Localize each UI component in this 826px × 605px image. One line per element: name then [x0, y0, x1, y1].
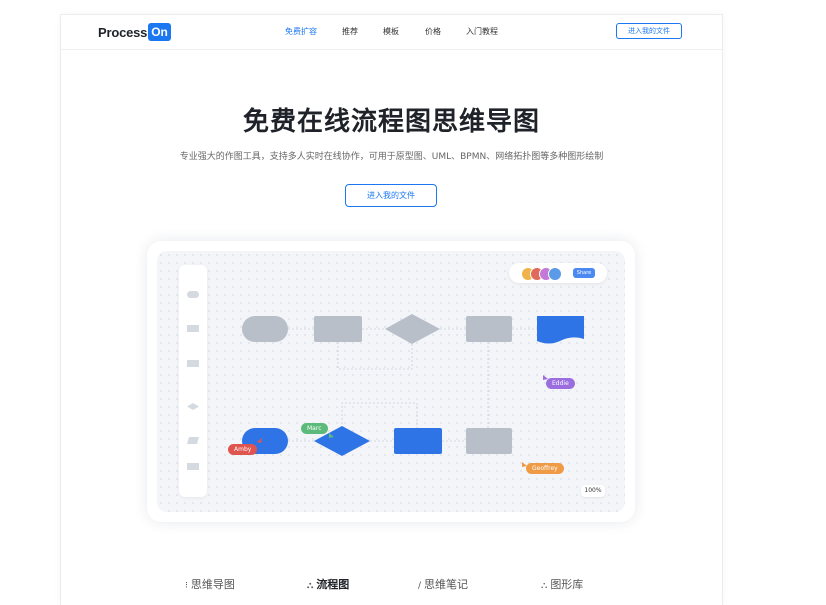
- nav-tutorial[interactable]: 入门教程: [466, 26, 498, 37]
- collaborator-tag-eddie: Eddie: [546, 378, 575, 389]
- process-shape: [466, 428, 512, 454]
- header-my-files-button[interactable]: 进入我的文件: [616, 23, 682, 39]
- tab-label: 思维导图: [190, 578, 235, 591]
- tab-flowchart[interactable]: ⛬ 流程图: [307, 576, 349, 592]
- tab-label: 流程图: [316, 578, 350, 591]
- hero-subtitle: 专业强大的作图工具，支持多人实时在线协作，可用于原型图、UML、BPMN、网络拓…: [179, 152, 604, 162]
- process-shape: [466, 316, 512, 342]
- tab-notes[interactable]: ∕ 思维笔记: [418, 576, 468, 592]
- decision-shape: [385, 314, 440, 344]
- processon-logo[interactable]: Process On: [98, 23, 171, 41]
- nav-pricing[interactable]: 价格: [425, 26, 441, 37]
- nav-recommend[interactable]: 推荐: [342, 26, 358, 37]
- nav-free-expand[interactable]: 免费扩容: [285, 26, 317, 37]
- tab-label: 图形库: [550, 578, 584, 591]
- tab-mindmap[interactable]: ⁝ 思维导图: [185, 576, 235, 592]
- hero-title: 免费在线流程图思维导图: [242, 107, 540, 137]
- logo-text: Process: [98, 24, 148, 40]
- tab-label: 思维笔记: [424, 578, 469, 591]
- zoom-level[interactable]: 100%: [581, 485, 605, 497]
- collaborator-tag-amby: Amby: [228, 444, 258, 455]
- document-shape: [537, 316, 584, 344]
- terminator-shape: [242, 316, 288, 342]
- collaborator-tag-marc: Marc: [301, 423, 328, 434]
- process-shape-blue: [394, 428, 442, 454]
- diagram-canvas: Share Eddie Marc Amby Geoffrey 100%: [157, 251, 625, 512]
- top-header: Process On 免费扩容 推荐 模板 价格 入门教程 进入我的文件: [61, 15, 722, 50]
- logo-badge: On: [148, 23, 171, 41]
- process-shape: [314, 316, 362, 342]
- nav-templates[interactable]: 模板: [383, 26, 399, 37]
- hero-my-files-button[interactable]: 进入我的文件: [345, 184, 437, 207]
- collaborator-tag-geoffrey: Geoffrey: [526, 463, 564, 474]
- editor-preview-card: Share Eddie Marc Amby Geoffrey 100%: [147, 241, 635, 522]
- mindmap-icon: ⁝: [185, 581, 188, 591]
- tab-shape-library[interactable]: ⛬ 图形库: [541, 576, 583, 592]
- flowchart-icon: ⛬: [307, 581, 314, 591]
- shapes-icon: ⛬: [541, 581, 548, 591]
- pen-icon: ∕: [418, 581, 422, 591]
- page: Process On 免费扩容 推荐 模板 价格 入门教程 进入我的文件 免费在…: [60, 14, 723, 605]
